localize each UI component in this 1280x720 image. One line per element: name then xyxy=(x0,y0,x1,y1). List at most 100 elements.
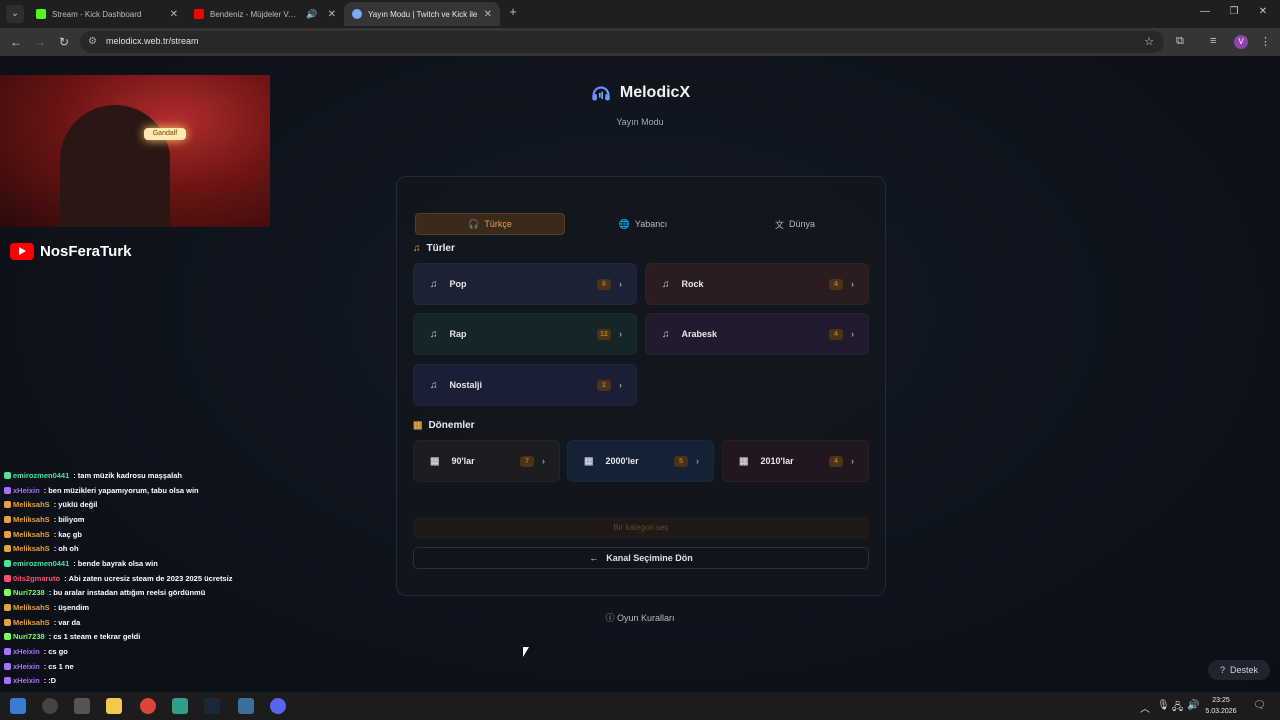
notification-icon[interactable]: 🗨 xyxy=(1253,700,1266,711)
windows-start-icon[interactable] xyxy=(10,698,26,714)
support-button[interactable]: ? Destek xyxy=(1208,660,1270,680)
genre-pop[interactable]: ♫ Pop 6 › xyxy=(413,263,637,305)
era-2010s[interactable]: ▦ 2010'lar 4 › xyxy=(722,440,869,482)
chat-text: tam müzik kadrosu maşşalah xyxy=(77,470,182,480)
extensions-icon[interactable]: ⧉ xyxy=(1176,35,1184,48)
translate-icon: 文 xyxy=(774,219,784,230)
era-90s[interactable]: ▦ 90'lar 7 › xyxy=(413,440,560,482)
app-icon[interactable] xyxy=(238,698,254,714)
url-text[interactable]: melodicx.web.tr/stream xyxy=(106,36,199,46)
help-circle-icon: ⓘ xyxy=(605,613,615,623)
close-tab-icon[interactable]: ✕ xyxy=(328,9,336,20)
music-note-icon: ♫ xyxy=(430,379,438,391)
close-tab-icon[interactable]: ✕ xyxy=(484,9,492,20)
profile-avatar[interactable]: V xyxy=(1234,35,1248,49)
discord-icon[interactable] xyxy=(270,698,286,714)
globe-icon: 🌐 xyxy=(618,218,630,229)
song-count-badge: 4 xyxy=(829,278,843,290)
microphone-icon[interactable]: 🎙 xyxy=(1157,700,1170,711)
tab-label: Dünya xyxy=(789,219,816,229)
chat-username: xHeixin xyxy=(13,676,40,686)
genre-nostalji[interactable]: ♫ Nostalji 2 › xyxy=(413,364,637,406)
new-tab-icon[interactable]: + xyxy=(506,5,520,19)
chat-badge-icon xyxy=(4,589,11,597)
media-controls-icon[interactable]: ≡ xyxy=(1210,35,1216,47)
forward-arrow-icon[interactable]: → xyxy=(32,34,48,50)
chevron-right-icon: › xyxy=(851,279,854,289)
tab-label: Yabancı xyxy=(634,219,668,229)
back-to-channel-button[interactable]: ← Kanal Seçimine Dön xyxy=(413,547,869,569)
close-window-icon[interactable]: ✕ xyxy=(1256,6,1270,17)
chat-username: MeliksahS xyxy=(13,529,50,539)
system-clock[interactable]: 23:25 5.03.2026 xyxy=(1196,695,1246,717)
genre-arabesk[interactable]: ♫ Arabesk 4 › xyxy=(645,313,869,355)
tab-turkce[interactable]: 🎧 Türkçe xyxy=(415,213,565,235)
neon-sign: Gandalf xyxy=(144,128,186,140)
chat-badge-icon xyxy=(4,677,11,685)
genres-title: Türler xyxy=(426,243,455,254)
address-bar[interactable]: ⚙ melodicx.web.tr/stream ☆ xyxy=(80,31,1164,53)
genre-rap[interactable]: ♫ Rap 12 › xyxy=(413,313,637,355)
minimize-icon[interactable]: — xyxy=(1198,6,1212,17)
chat-badge-icon xyxy=(4,648,11,656)
chevron-right-icon: › xyxy=(542,456,545,466)
obs-icon[interactable] xyxy=(172,698,188,714)
bookmark-star-icon[interactable]: ☆ xyxy=(1144,35,1154,48)
browser-tab-melodicx[interactable]: Yayın Modu | Twitch ve Kick ile ✕ xyxy=(344,2,500,26)
genres-heading: ♫ Türler xyxy=(413,243,455,254)
chat-message: MeliksahS: kaç gb xyxy=(4,527,364,542)
browser-toolbar: ← → ↻ ⚙ melodicx.web.tr/stream ☆ ⧉ ≡ V ⋮ xyxy=(0,28,1280,56)
chat-badge-icon xyxy=(4,618,11,626)
music-note-icon: ♫ xyxy=(662,278,670,290)
calendar-icon: ▦ xyxy=(739,455,749,467)
search-icon[interactable] xyxy=(42,698,58,714)
chevron-right-icon: › xyxy=(619,279,622,289)
tab-search-button[interactable]: ⌄ xyxy=(6,5,24,23)
tab-dunya[interactable]: 文 Dünya xyxy=(721,213,869,235)
tab-title: Stream - Kick Dashboard xyxy=(52,9,142,19)
chat-badge-icon xyxy=(4,559,11,567)
select-category-button[interactable]: Bir kategori seç xyxy=(413,517,869,539)
chat-text: bende bayrak olsa win xyxy=(77,558,158,568)
genre-label: Pop xyxy=(449,279,467,289)
chat-username: MeliksahS xyxy=(13,603,50,613)
streamer-silhouette xyxy=(60,105,170,227)
network-icon[interactable]: 🖧 xyxy=(1172,700,1183,717)
clock-time: 23:25 xyxy=(1212,697,1230,704)
browser-tab-kick[interactable]: Stream - Kick Dashboard ✕ xyxy=(28,2,186,26)
tab-yabanci[interactable]: 🌐 Yabancı xyxy=(569,213,717,235)
menu-kebab-icon[interactable]: ⋮ xyxy=(1260,35,1271,48)
music-note-icon: ♫ xyxy=(413,243,421,254)
calendar-icon: ▦ xyxy=(584,455,594,467)
restore-icon[interactable]: ❐ xyxy=(1227,6,1241,17)
back-arrow-icon[interactable]: ← xyxy=(8,34,24,50)
task-view-icon[interactable] xyxy=(74,698,90,714)
chat-separator: : xyxy=(43,676,47,686)
chat-badge-icon xyxy=(4,530,11,538)
close-tab-icon[interactable]: ✕ xyxy=(170,9,178,20)
reload-icon[interactable]: ↻ xyxy=(56,34,72,50)
era-label: 90'lar xyxy=(451,456,475,466)
era-2000s[interactable]: ▦ 2000'ler 5 › xyxy=(567,440,714,482)
speaker-icon[interactable]: 🔊 xyxy=(306,9,317,20)
chrome-icon[interactable] xyxy=(140,698,156,714)
eras-title: Dönemler xyxy=(428,420,475,431)
chat-message: MeliksahS: biliyom xyxy=(4,512,364,527)
chat-message: Nuri7238: cs 1 steam e tekrar geldi xyxy=(4,630,364,645)
file-explorer-icon[interactable] xyxy=(106,698,122,714)
browser-tab-youtube[interactable]: Bendeniz - Müjdeler Ver - ( 🔊 ✕ xyxy=(186,2,344,26)
arrow-left-icon: ← xyxy=(589,553,599,563)
app-title: MelodicX xyxy=(619,84,691,101)
song-count-badge: 6 xyxy=(597,278,611,290)
chat-separator: : xyxy=(48,588,52,598)
genre-rock[interactable]: ♫ Rock 4 › xyxy=(645,263,869,305)
chevron-up-icon[interactable]: ︿ xyxy=(1140,700,1150,715)
calendar-icon: ▦ xyxy=(430,455,440,467)
chat-message: xHeixin::D xyxy=(4,674,364,689)
steam-icon[interactable] xyxy=(204,698,220,714)
chevron-right-icon: › xyxy=(619,380,622,390)
genre-label: Rap xyxy=(449,329,467,339)
chat-message: emirozmen0441: bende bayrak olsa win xyxy=(4,556,364,571)
site-info-icon[interactable]: ⚙ xyxy=(88,36,97,47)
chat-badge-icon xyxy=(4,515,11,523)
